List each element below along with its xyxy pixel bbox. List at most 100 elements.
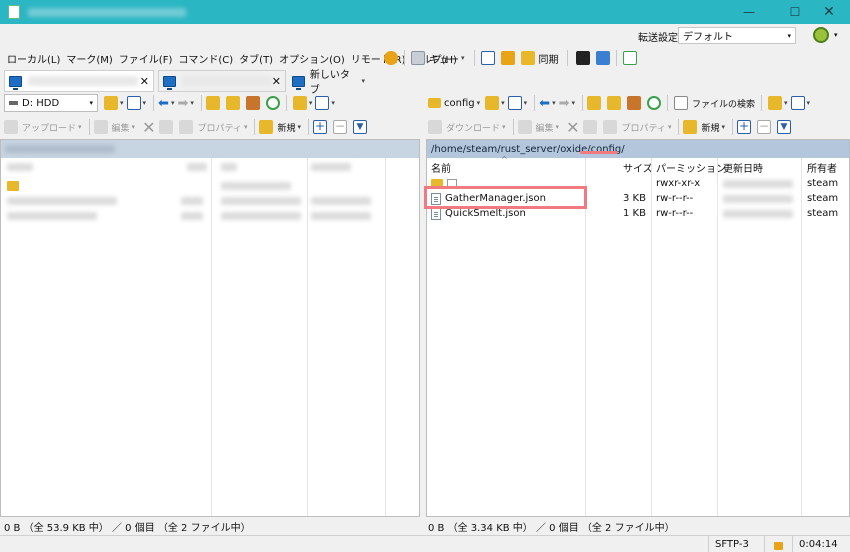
list-item[interactable]: [1, 178, 419, 193]
open-folder-icon[interactable]: [104, 96, 118, 110]
filter-select-icon[interactable]: ▼: [776, 120, 791, 134]
select-plus-icon[interactable]: +: [312, 120, 327, 134]
sync-icon[interactable]: [520, 51, 535, 65]
filter-icon[interactable]: [507, 96, 522, 110]
find-files-icon[interactable]: [674, 96, 688, 110]
left-drive-select[interactable]: D: HDD ▾: [4, 94, 98, 112]
refresh-icon[interactable]: [265, 96, 280, 110]
chevron-down-icon[interactable]: ▾: [834, 31, 838, 39]
filter-icon[interactable]: [126, 96, 141, 110]
select-minus-icon[interactable]: −: [332, 120, 347, 134]
select-plus-icon[interactable]: +: [736, 120, 751, 134]
menu-mark[interactable]: マーク(M): [63, 51, 115, 66]
menu-file[interactable]: ファイル(F): [116, 51, 176, 66]
upload-icon[interactable]: [4, 120, 18, 134]
close-icon[interactable]: ✕: [806, 0, 850, 24]
properties-label[interactable]: プロパティ: [621, 121, 665, 134]
forward-arrow-icon[interactable]: ➡: [177, 96, 188, 111]
tab-session-2[interactable]: ✕: [158, 70, 286, 92]
bookmark-icon[interactable]: [292, 96, 307, 110]
delete-icon[interactable]: ✕: [566, 118, 579, 137]
cell-permission: rwxr-xr-x: [656, 178, 701, 189]
gear-icon[interactable]: [384, 51, 398, 65]
refresh-icon[interactable]: [647, 96, 661, 110]
chevron-down-icon[interactable]: ▾: [361, 77, 365, 85]
open-folder-icon[interactable]: [485, 96, 500, 110]
list-item[interactable]: [1, 193, 419, 208]
refresh-icon[interactable]: [622, 51, 637, 65]
home-icon[interactable]: [627, 96, 641, 110]
parent-folder-icon[interactable]: [205, 96, 220, 110]
queue-icon[interactable]: [411, 51, 425, 65]
col-owner[interactable]: 所有者: [807, 160, 837, 175]
back-arrow-icon[interactable]: ⬅: [158, 96, 169, 111]
menu-option[interactable]: オプション(O): [276, 51, 348, 66]
left-column-header[interactable]: [1, 158, 419, 176]
close-tab-icon[interactable]: ✕: [140, 75, 149, 88]
parent-folder-icon[interactable]: [587, 96, 601, 110]
col-permission[interactable]: パーミッション: [656, 160, 726, 175]
edit-icon[interactable]: [93, 120, 108, 134]
bookmark-icon[interactable]: [768, 96, 783, 110]
list-item[interactable]: [1, 208, 419, 223]
properties-icon[interactable]: [603, 120, 618, 134]
compare-icon[interactable]: [480, 51, 495, 65]
new-label[interactable]: 新規: [277, 121, 295, 134]
transfer-settings-label: 転送設定: [638, 33, 678, 44]
chevron-down-icon[interactable]: ▾: [461, 54, 465, 62]
menu-command[interactable]: コマンド(C): [175, 51, 236, 66]
download-label[interactable]: ダウンロード: [446, 121, 500, 134]
close-tab-icon[interactable]: ✕: [272, 75, 281, 88]
rename-icon[interactable]: [159, 120, 174, 134]
new-folder-icon[interactable]: [259, 120, 274, 134]
root-folder-icon[interactable]: [225, 96, 240, 110]
putty-icon[interactable]: [595, 51, 610, 65]
filter-select-icon[interactable]: ▼: [352, 120, 367, 134]
terminal-icon[interactable]: [575, 51, 590, 65]
find-files-label[interactable]: ファイルの検索: [692, 97, 755, 110]
refresh-globe-icon[interactable]: [813, 27, 829, 43]
queue-label[interactable]: キュー: [429, 51, 459, 66]
right-column-header[interactable]: 名前 ^ サイズ パーミッション 更新日時 所有者: [427, 155, 849, 176]
edit-icon[interactable]: [517, 120, 532, 134]
properties-label[interactable]: プロパティ: [197, 121, 241, 134]
cell-size: 3 KB: [623, 193, 646, 204]
right-action-toolbar: ダウンロード ▾ 編集 ▾ ✕ プロパティ ▾ 新規 ▾ + − ▼: [428, 116, 791, 138]
home-icon[interactable]: [245, 96, 260, 110]
tab-session-1[interactable]: ✕: [4, 70, 154, 92]
upload-label[interactable]: アップロード: [22, 121, 76, 134]
menu-tab[interactable]: タブ(T): [236, 51, 276, 66]
right-folder-label[interactable]: config: [444, 98, 475, 109]
minimize-icon[interactable]: —: [726, 0, 772, 24]
left-file-panel[interactable]: [0, 139, 420, 517]
view-icon[interactable]: [315, 96, 330, 110]
rename-icon[interactable]: [583, 120, 598, 134]
properties-icon[interactable]: [179, 120, 194, 134]
right-status-bar: 0 B （全 3.34 KB 中） ／ 0 個目 （全 2 ファイル中）: [426, 518, 850, 534]
view-icon[interactable]: [790, 96, 805, 110]
sync-label[interactable]: 同期: [539, 51, 559, 66]
forward-arrow-icon[interactable]: ➡: [559, 96, 570, 111]
delete-icon[interactable]: ✕: [142, 118, 155, 137]
select-minus-icon[interactable]: −: [756, 120, 771, 134]
new-label[interactable]: 新規: [701, 121, 719, 134]
col-modified[interactable]: 更新日時: [723, 160, 763, 175]
lock-cell[interactable]: [764, 536, 792, 552]
root-folder-icon[interactable]: [607, 96, 621, 110]
right-path-bar[interactable]: /home/steam/rust_server/oxide/config/: [427, 140, 849, 158]
edit-label[interactable]: 編集: [112, 121, 130, 134]
edit-label[interactable]: 編集: [536, 121, 554, 134]
tab-new[interactable]: 新しいタブ ▾: [290, 70, 368, 96]
back-arrow-icon[interactable]: ⬅: [539, 96, 550, 111]
sync-browse-icon[interactable]: [500, 51, 515, 65]
new-folder-icon[interactable]: [683, 120, 698, 134]
col-name[interactable]: 名前: [431, 160, 451, 175]
chevron-down-icon[interactable]: ▾: [477, 99, 481, 107]
highlight-underline: [580, 151, 618, 154]
download-icon[interactable]: [428, 120, 442, 134]
transfer-settings-select[interactable]: デフォルト ▾: [678, 27, 796, 44]
highlight-box: [424, 186, 587, 209]
left-path-bar[interactable]: [1, 140, 419, 158]
menu-local[interactable]: ローカル(L): [4, 51, 63, 66]
col-size[interactable]: サイズ: [623, 160, 653, 175]
